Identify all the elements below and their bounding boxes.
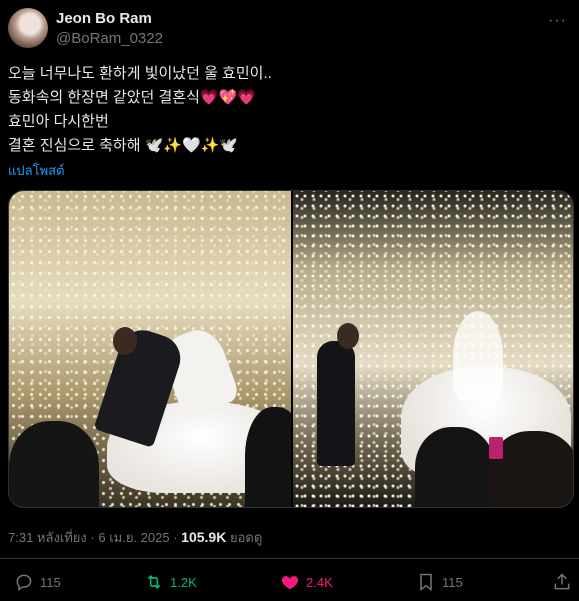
like-button[interactable]: 2.4K	[280, 572, 333, 592]
bookmark-icon	[420, 573, 432, 591]
share-icon	[554, 573, 570, 590]
groom-head	[337, 323, 359, 349]
action-bar: 115 1.2K 2.4K 115	[8, 572, 571, 596]
tweet-line: 오늘 너무나도 환하게 빛이났던 울 효민이..	[8, 65, 272, 82]
retweet-count: 1.2K	[170, 574, 197, 590]
reply-icon	[16, 574, 32, 591]
like-count: 2.4K	[306, 574, 333, 590]
media-grid	[8, 190, 574, 508]
author-name[interactable]: Jeon Bo Ram	[56, 10, 152, 27]
tweet-line: 결혼 진심으로 축하해 🕊️✨🤍✨🕊️	[8, 137, 239, 154]
guest-silhouette	[245, 407, 291, 507]
avatar[interactable]	[8, 8, 48, 48]
author-handle[interactable]: @BoRam_0322	[56, 30, 163, 47]
groom-figure	[317, 341, 355, 466]
translate-post-link[interactable]: แปลโพสต์	[8, 160, 65, 181]
wedding-photo-left[interactable]	[9, 191, 291, 507]
tweet-header: Jeon Bo Ram @BoRam_0322 ···	[8, 8, 571, 50]
wedding-photo-right[interactable]	[293, 191, 573, 507]
tweet-text: 오늘 너무나도 환하게 빛이났던 울 효민이.. 동화속의 한장면 같았던 결혼…	[8, 62, 568, 158]
more-horizontal-icon[interactable]: ···	[548, 12, 567, 30]
reply-button[interactable]: 115	[14, 572, 61, 592]
retweet-button[interactable]: 1.2K	[144, 572, 197, 592]
tweet-meta: 7:31 หลังเที่ยง · 6 เม.ย. 2025 · 105.9K …	[8, 527, 262, 548]
tweet-time[interactable]: 7:31 หลังเที่ยง	[8, 530, 87, 545]
tweet-line: 효민아 다시한번	[8, 113, 109, 130]
heart-icon	[281, 576, 299, 590]
tweet-date[interactable]: 6 เม.ย. 2025	[98, 530, 169, 545]
guest-silhouette	[9, 421, 99, 507]
meta-separator: ·	[173, 530, 182, 545]
share-button[interactable]	[552, 572, 572, 592]
tweet-line: 동화속의 한장면 같았던 결혼식💗💖💗	[8, 89, 256, 106]
reply-count: 115	[40, 574, 61, 590]
bookmark-count: 115	[442, 574, 463, 590]
phone-screen	[489, 437, 503, 459]
retweet-icon	[147, 575, 161, 589]
divider	[0, 558, 579, 559]
bride-veil	[453, 311, 503, 401]
views-label: ยอดดู	[229, 530, 263, 545]
view-count: 105.9K	[181, 529, 227, 545]
guest-silhouette	[415, 427, 495, 507]
groom-head	[113, 327, 137, 355]
bookmark-button[interactable]: 115	[416, 572, 463, 592]
